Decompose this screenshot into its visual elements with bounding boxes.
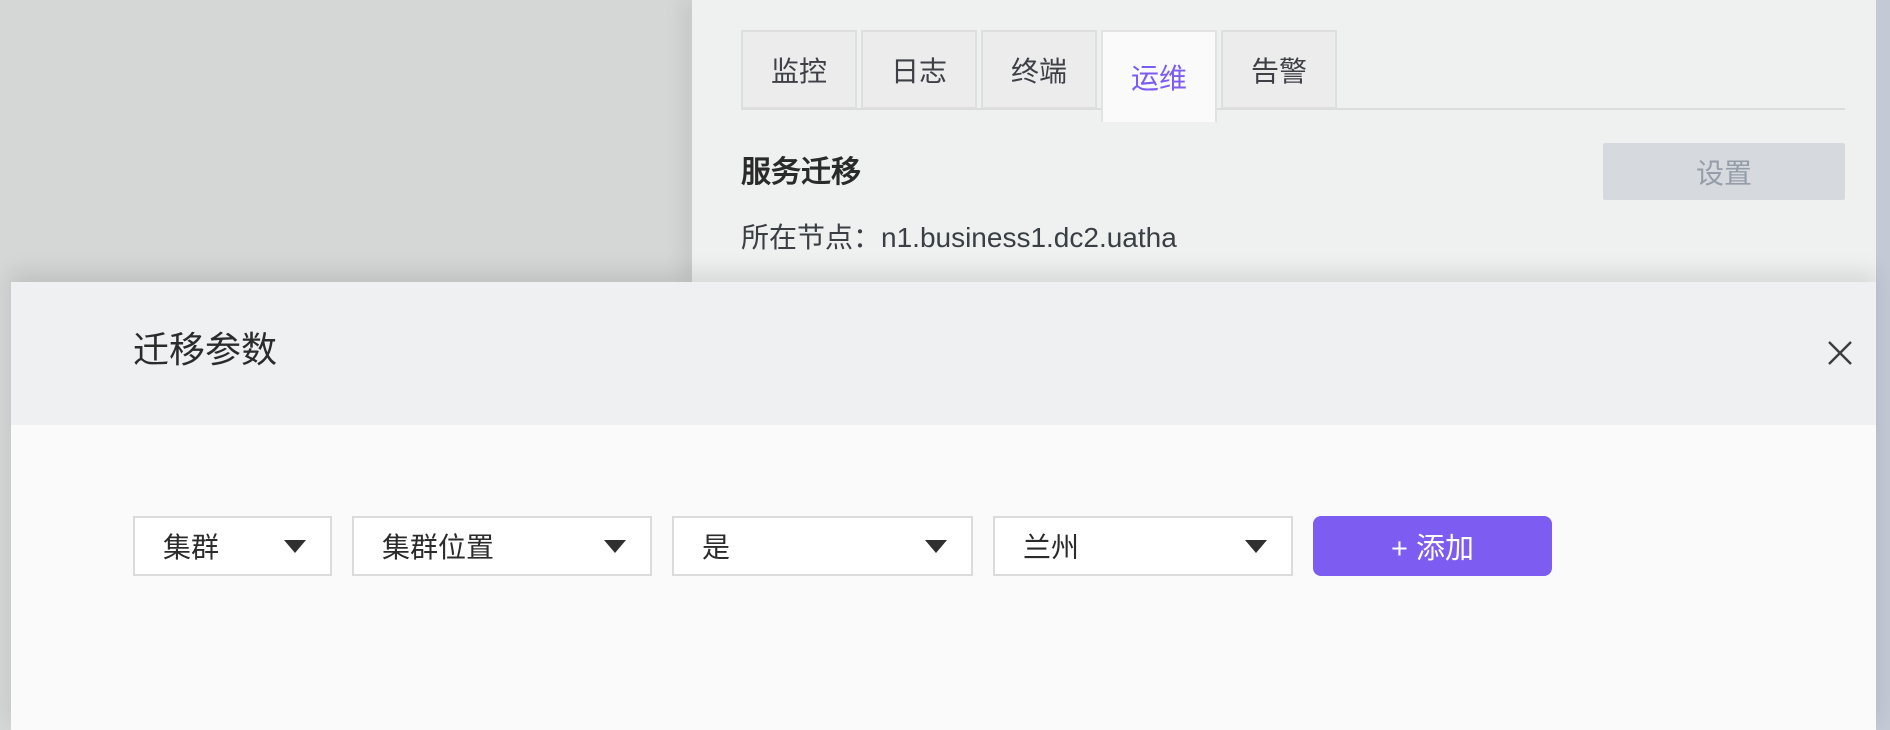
condition-select[interactable]: 是 — [672, 516, 973, 576]
service-detail-panel: 监控 日志 终端 运维 告警 服务迁移 设置 所在节点：n1.business1… — [692, 0, 1876, 282]
cluster-location-select[interactable]: 集群位置 — [352, 516, 652, 576]
drawer-body: 集群 集群位置 是 兰州 + 添加 — [11, 425, 1876, 730]
chevron-down-icon — [925, 540, 947, 553]
city-select-value: 兰州 — [1023, 526, 1079, 566]
tab-terminal[interactable]: 终端 — [981, 30, 1097, 109]
migration-params-drawer: 迁移参数 集群 集群位置 — [11, 282, 1876, 730]
condition-select-value: 是 — [702, 526, 730, 566]
city-select[interactable]: 兰州 — [993, 516, 1293, 576]
node-info: 所在节点：n1.business1.dc2.uatha — [741, 222, 1177, 254]
modal-mask[interactable] — [0, 0, 692, 282]
chevron-down-icon — [1245, 540, 1267, 553]
chevron-down-icon — [604, 540, 626, 553]
node-info-label: 所在节点： — [741, 222, 881, 253]
drawer-header: 迁移参数 — [11, 282, 1876, 425]
section-title: 服务迁移 — [741, 157, 861, 189]
tab-logs[interactable]: 日志 — [861, 30, 977, 109]
add-button[interactable]: + 添加 — [1313, 516, 1552, 576]
tab-ops[interactable]: 运维 — [1101, 30, 1217, 122]
drawer-title: 迁移参数 — [133, 330, 277, 370]
node-info-value: n1.business1.dc2.uatha — [881, 222, 1177, 253]
close-button[interactable] — [1817, 330, 1863, 376]
cluster-select-value: 集群 — [163, 526, 219, 566]
close-icon — [1826, 339, 1854, 367]
chevron-down-icon — [284, 540, 306, 553]
cluster-select[interactable]: 集群 — [133, 516, 332, 576]
tab-alerts[interactable]: 告警 — [1221, 30, 1337, 109]
page: 监控 日志 终端 运维 告警 服务迁移 设置 所在节点：n1.business1… — [0, 0, 1890, 730]
migration-param-row: 集群 集群位置 是 兰州 + 添加 — [133, 516, 1552, 576]
settings-button[interactable]: 设置 — [1603, 143, 1845, 200]
scrollbar[interactable] — [1876, 0, 1890, 730]
tab-bar: 监控 日志 终端 运维 告警 — [741, 30, 1337, 122]
cluster-location-select-value: 集群位置 — [382, 526, 494, 566]
tab-monitoring[interactable]: 监控 — [741, 30, 857, 109]
